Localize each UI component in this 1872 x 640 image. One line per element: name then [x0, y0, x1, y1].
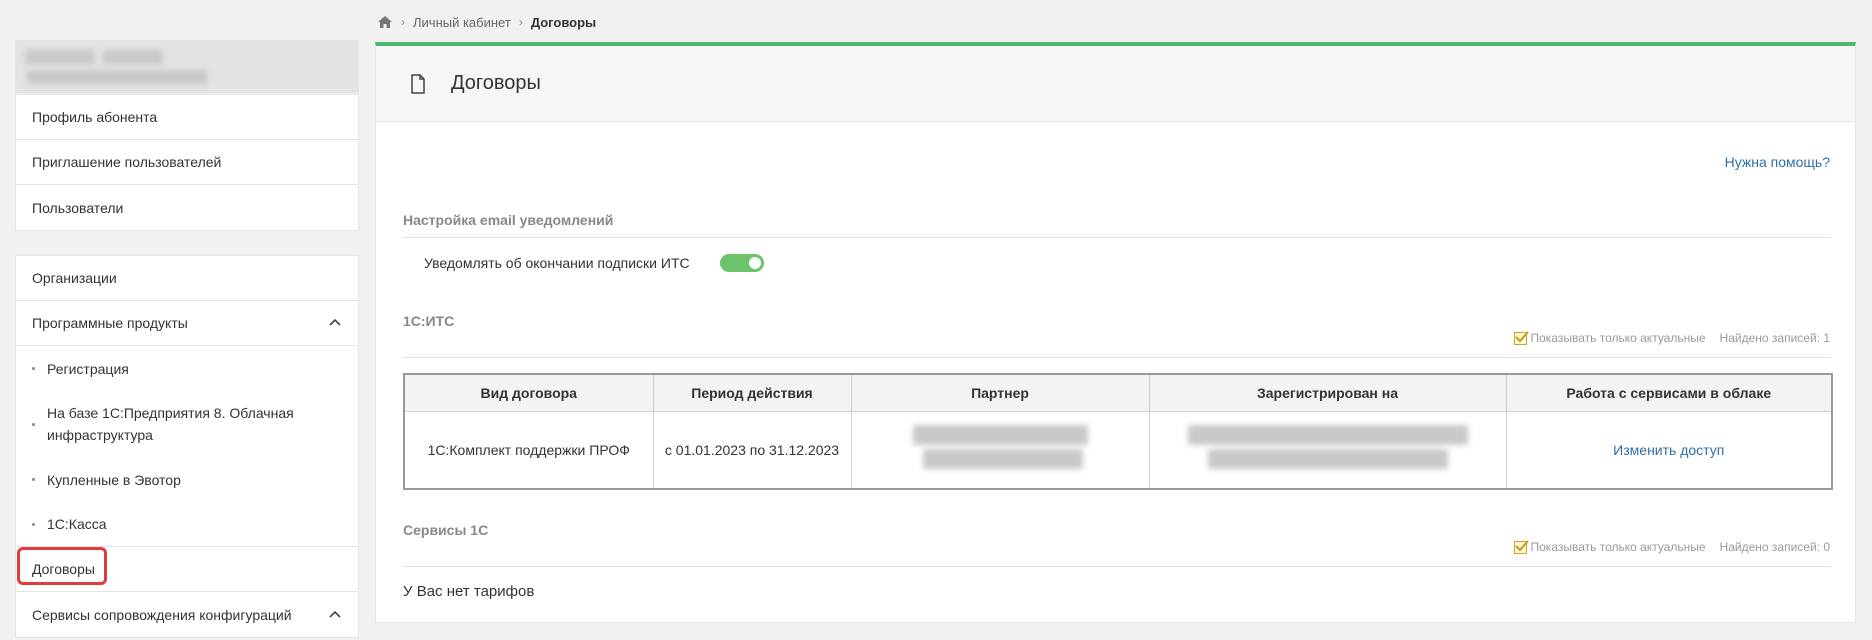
contracts-panel: Договоры Нужна помощь? Настройка email у… [375, 42, 1856, 623]
table-row: 1С:Комплект поддержки ПРОФ с 01.01.2023 … [403, 410, 1833, 490]
checkbox-label: Показывать только актуальные [1530, 331, 1706, 345]
checkbox-label: Показывать только актуальные [1530, 540, 1706, 554]
sidebar-subitem-registration[interactable]: Регистрация [16, 346, 358, 391]
email-settings-title: Настройка email уведомлений [403, 212, 614, 228]
sidebar-item-subscriber-profile[interactable]: Профиль абонента [16, 95, 358, 140]
period-cell: с 01.01.2023 по 31.12.2023 [652, 410, 852, 490]
toggle-knob [748, 257, 761, 269]
bullet-icon [32, 367, 35, 370]
sidebar-item-label: Профиль абонента [32, 109, 158, 125]
sidebar-subitem-kassa[interactable]: 1С:Касса [16, 502, 358, 547]
contract-type-cell: 1С:Комплект поддержки ПРОФ [403, 410, 654, 490]
column-header: Вид договора [403, 373, 654, 412]
blurred-registered-on [1187, 425, 1468, 471]
notify-toggle[interactable] [719, 254, 764, 272]
sidebar-item-invite-users[interactable]: Приглашение пользователей [16, 140, 358, 185]
sidebar-item-users[interactable]: Пользователи [16, 185, 358, 230]
breadcrumb-separator: › [518, 15, 523, 29]
itc-contracts-table: Вид договора Период действия Партнер Зар… [403, 373, 1833, 490]
no-tariffs-message: У Вас нет тарифов [403, 583, 535, 600]
sidebar-item-config-services[interactable]: Сервисы сопровождения конфигураций [16, 592, 358, 637]
itc-actual-only-checkbox[interactable]: Показывать только актуальные [1513, 330, 1706, 345]
page-title: Договоры [451, 72, 541, 94]
blurred-user-name [103, 50, 163, 64]
checkbox-icon [1513, 539, 1529, 554]
sidebar-item-label: Организации [32, 270, 117, 286]
partner-cell [850, 410, 1150, 490]
sidebar-subitem-label: Регистрация [47, 360, 129, 377]
bullet-icon [32, 422, 35, 426]
column-header: Зарегистрирован на [1148, 373, 1507, 412]
sidebar-subitem-cloud-infrastructure[interactable]: На базе 1С:Предприятия 8. Облачная инфра… [16, 391, 358, 457]
sidebar-item-organizations[interactable]: Организации [16, 256, 358, 301]
divider [403, 566, 1831, 567]
services-actual-only-checkbox[interactable]: Показывать только актуальные [1513, 539, 1706, 554]
user-profile-card[interactable] [15, 40, 359, 93]
contracts-highlight-frame [17, 547, 107, 585]
breadcrumb: › Личный кабинет › Договоры [377, 12, 596, 32]
column-header: Период действия [652, 373, 852, 412]
breadcrumb-current: Договоры [530, 14, 597, 30]
cloud-services-cell: Изменить доступ [1505, 410, 1833, 490]
divider [403, 357, 1831, 358]
help-link[interactable]: Нужна помощь? [1725, 154, 1830, 170]
records-count: Найдено записей: 0 [1719, 540, 1830, 554]
registered-on-cell [1148, 410, 1507, 490]
notify-row: Уведомлять об окончании подписки ИТС [424, 254, 764, 272]
records-count: Найдено записей: 1 [1719, 331, 1830, 345]
notify-label: Уведомлять об окончании подписки ИТС [424, 255, 690, 271]
blurred-user-id [27, 70, 207, 84]
services-section-title: Сервисы 1С [403, 522, 489, 538]
blurred-user-name [25, 50, 95, 64]
sidebar-item-label: Пользователи [32, 199, 124, 216]
breadcrumb-separator: › [401, 15, 405, 29]
sidebar-subitem-label: 1С:Касса [47, 516, 107, 532]
sidebar-subitem-evotor[interactable]: Купленные в Эвотор [16, 457, 358, 502]
itc-filter-row: Показывать только актуальные Найдено зап… [1513, 330, 1830, 345]
sidebar-item-label: Сервисы сопровождения конфигураций [32, 606, 292, 623]
blurred-partner [912, 425, 1088, 471]
home-icon[interactable] [377, 15, 393, 29]
breadcrumb-link-cabinet[interactable]: Личный кабинет [413, 15, 511, 30]
bullet-icon [32, 478, 35, 481]
sidebar-item-label: Приглашение пользователей [32, 154, 222, 170]
sidebar-menu-account: Профиль абонента Приглашение пользовател… [15, 94, 359, 231]
column-header: Партнер [850, 373, 1150, 412]
checkbox-icon [1513, 330, 1529, 345]
sidebar-item-software-products[interactable]: Программные продукты [16, 301, 358, 346]
itc-section-title: 1С:ИТС [403, 313, 455, 329]
chevron-up-icon[interactable] [328, 316, 342, 330]
divider [403, 237, 1831, 238]
sidebar-item-label: Программные продукты [32, 315, 188, 331]
services-filter-row: Показывать только актуальные Найдено зап… [1513, 539, 1830, 554]
change-access-link[interactable]: Изменить доступ [1613, 442, 1724, 458]
table-header-row: Вид договора Период действия Партнер Зар… [403, 373, 1833, 412]
bullet-icon [32, 522, 35, 526]
sidebar-subitem-label: Купленные в Эвотор [47, 471, 181, 488]
document-icon [411, 73, 425, 94]
column-header: Работа с сервисами в облаке [1505, 373, 1833, 412]
chevron-up-icon[interactable] [328, 608, 342, 622]
panel-header: Договоры [376, 46, 1855, 122]
sidebar-subitem-label: На базе 1С:Предприятия 8. Облачная инфра… [47, 405, 294, 443]
